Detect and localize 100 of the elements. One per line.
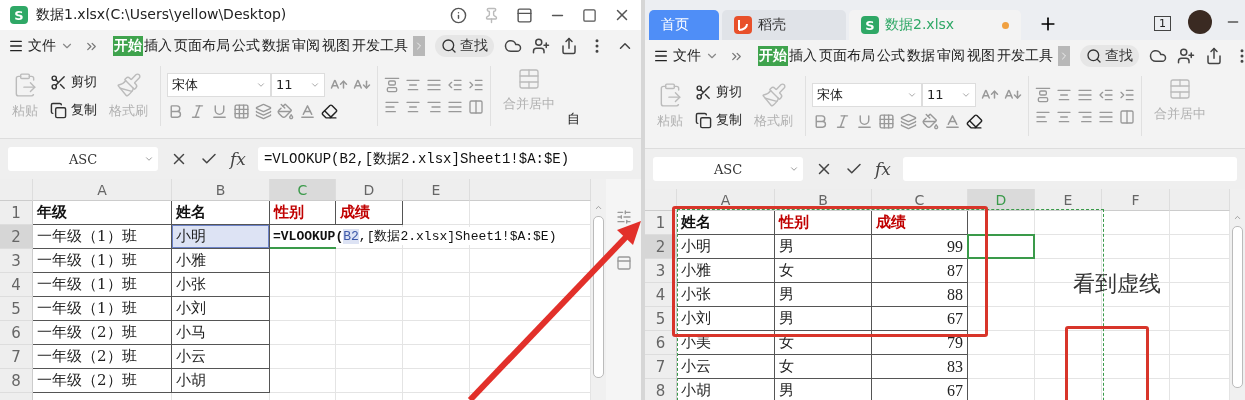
row-header[interactable]: 5 — [645, 307, 677, 331]
align-middle-icon[interactable] — [405, 77, 421, 93]
align-top-icon[interactable] — [1035, 87, 1051, 103]
pin-icon[interactable] — [483, 6, 500, 24]
window-count[interactable]: 1 — [1154, 16, 1171, 31]
align-right-icon[interactable] — [1077, 109, 1093, 125]
row-header[interactable]: 3 — [645, 259, 677, 283]
name-box[interactable]: ASC — [653, 157, 803, 181]
font-size-field[interactable]: 11 — [922, 82, 976, 107]
italic-icon[interactable] — [834, 112, 851, 130]
row-header[interactable]: 2 — [645, 235, 677, 259]
formula-field[interactable]: =VLOOKUP(B2,[数据2.xlsx]Sheet1!$A:$E) — [257, 147, 633, 171]
ribbon-tab[interactable]: 数据 — [906, 46, 936, 66]
ribbon-tab[interactable]: 开始 — [113, 36, 143, 56]
align-center-icon[interactable] — [405, 99, 421, 115]
ribbon-tab[interactable]: 插入 — [788, 46, 818, 66]
ribbon-tab[interactable]: 视图 — [321, 36, 351, 56]
search-button[interactable]: 查找 — [1080, 45, 1139, 67]
border-icon[interactable] — [233, 102, 250, 120]
ribbon-tab[interactable]: 公式 — [231, 36, 261, 56]
name-box[interactable]: ASC — [8, 147, 158, 171]
fill-color-icon[interactable] — [277, 102, 294, 120]
ribbon-tab[interactable]: 公式 — [876, 46, 906, 66]
panel-icon[interactable] — [516, 6, 533, 24]
ribbon-tab[interactable]: 开发工具 — [351, 36, 409, 56]
row-header[interactable]: 8 — [0, 369, 33, 393]
maximize-icon[interactable] — [582, 7, 597, 23]
cloud-icon[interactable] — [504, 37, 522, 55]
column-header[interactable]: D — [336, 179, 403, 201]
border-icon[interactable] — [878, 112, 895, 130]
share-icon[interactable] — [1205, 47, 1223, 65]
select-all-button[interactable] — [645, 189, 677, 211]
cut-button[interactable]: 剪切 — [695, 81, 742, 103]
indent-decrease-icon[interactable] — [447, 77, 463, 93]
row-header[interactable]: 3 — [0, 249, 33, 273]
user-plus-icon[interactable] — [532, 37, 550, 55]
ribbon-tab[interactable]: 视图 — [966, 46, 996, 66]
fill-color-icon[interactable] — [922, 112, 939, 130]
layers-icon[interactable] — [255, 102, 272, 120]
share-icon[interactable] — [560, 37, 578, 55]
column-header[interactable]: A — [33, 179, 172, 201]
row-header[interactable]: 5 — [0, 297, 33, 321]
column-header[interactable] — [1170, 189, 1230, 211]
layers-icon[interactable] — [900, 112, 917, 130]
document-tab[interactable]: S 数据2.xlsx — [849, 10, 1021, 40]
indent-increase-icon[interactable] — [468, 77, 484, 93]
file-menu[interactable]: 文件 — [6, 35, 76, 57]
ribbon-tab[interactable]: 审阅 — [936, 46, 966, 66]
indent-increase-icon[interactable] — [1119, 87, 1135, 103]
row-header[interactable]: 1 — [0, 201, 33, 225]
underline-icon[interactable] — [211, 102, 228, 120]
align-left-icon[interactable] — [384, 99, 400, 115]
column-header[interactable]: B — [172, 179, 270, 201]
ribbon-tab[interactable]: 数据 — [261, 36, 291, 56]
indent-decrease-icon[interactable] — [1098, 87, 1114, 103]
ribbon-tab[interactable]: 插入 — [143, 36, 173, 56]
row-header[interactable]: 7 — [0, 345, 33, 369]
tab-scroll-button[interactable] — [1058, 46, 1070, 66]
font-name-field[interactable]: 宋体 — [812, 82, 922, 107]
ribbon-tab[interactable]: 页面布局 — [818, 46, 876, 66]
active-cell[interactable] — [968, 235, 1035, 259]
column-header[interactable]: E — [403, 179, 470, 201]
tab-scroll-button[interactable] — [413, 36, 425, 56]
distribute-icon[interactable] — [1119, 109, 1135, 125]
document-tab[interactable]: 首页 — [649, 10, 719, 40]
avatar[interactable] — [1188, 10, 1212, 34]
row-header[interactable]: 8 — [645, 379, 677, 400]
column-header[interactable]: C — [270, 179, 336, 201]
ribbon-tab[interactable]: 开始 — [758, 46, 788, 66]
function-button[interactable]: fx — [875, 159, 891, 179]
row-header[interactable]: 6 — [0, 321, 33, 345]
align-bottom-icon[interactable] — [1077, 87, 1093, 103]
file-menu[interactable]: 文件 — [651, 45, 721, 67]
cloud-icon[interactable] — [1149, 47, 1167, 65]
align-right-icon[interactable] — [426, 99, 442, 115]
column-header[interactable]: F — [1102, 189, 1170, 211]
copy-button[interactable]: 复制 — [695, 109, 742, 131]
user-plus-icon[interactable] — [1177, 47, 1195, 65]
column-header[interactable] — [470, 179, 591, 201]
row-header[interactable]: 4 — [0, 273, 33, 297]
ribbon-tab[interactable]: 开发工具 — [996, 46, 1054, 66]
justify-icon[interactable] — [447, 99, 463, 115]
info-icon[interactable] — [450, 6, 467, 24]
function-button[interactable]: fx — [230, 149, 246, 169]
font-size-field[interactable]: 11 — [271, 72, 325, 97]
align-middle-icon[interactable] — [1056, 87, 1072, 103]
row-header[interactable]: 4 — [645, 283, 677, 307]
cut-button[interactable]: 剪切 — [50, 71, 97, 93]
eraser-icon[interactable] — [321, 102, 338, 120]
search-button[interactable]: 查找 — [435, 35, 494, 57]
copy-button[interactable]: 复制 — [50, 99, 97, 121]
row-header[interactable]: 6 — [645, 331, 677, 355]
align-bottom-icon[interactable] — [426, 77, 442, 93]
align-left-icon[interactable] — [1035, 109, 1051, 125]
row-header[interactable]: 7 — [645, 355, 677, 379]
font-name-field[interactable]: 宋体 — [167, 72, 271, 97]
distribute-icon[interactable] — [468, 99, 484, 115]
font-color-icon[interactable] — [299, 102, 316, 120]
align-top-icon[interactable] — [384, 77, 400, 93]
align-center-icon[interactable] — [1056, 109, 1072, 125]
